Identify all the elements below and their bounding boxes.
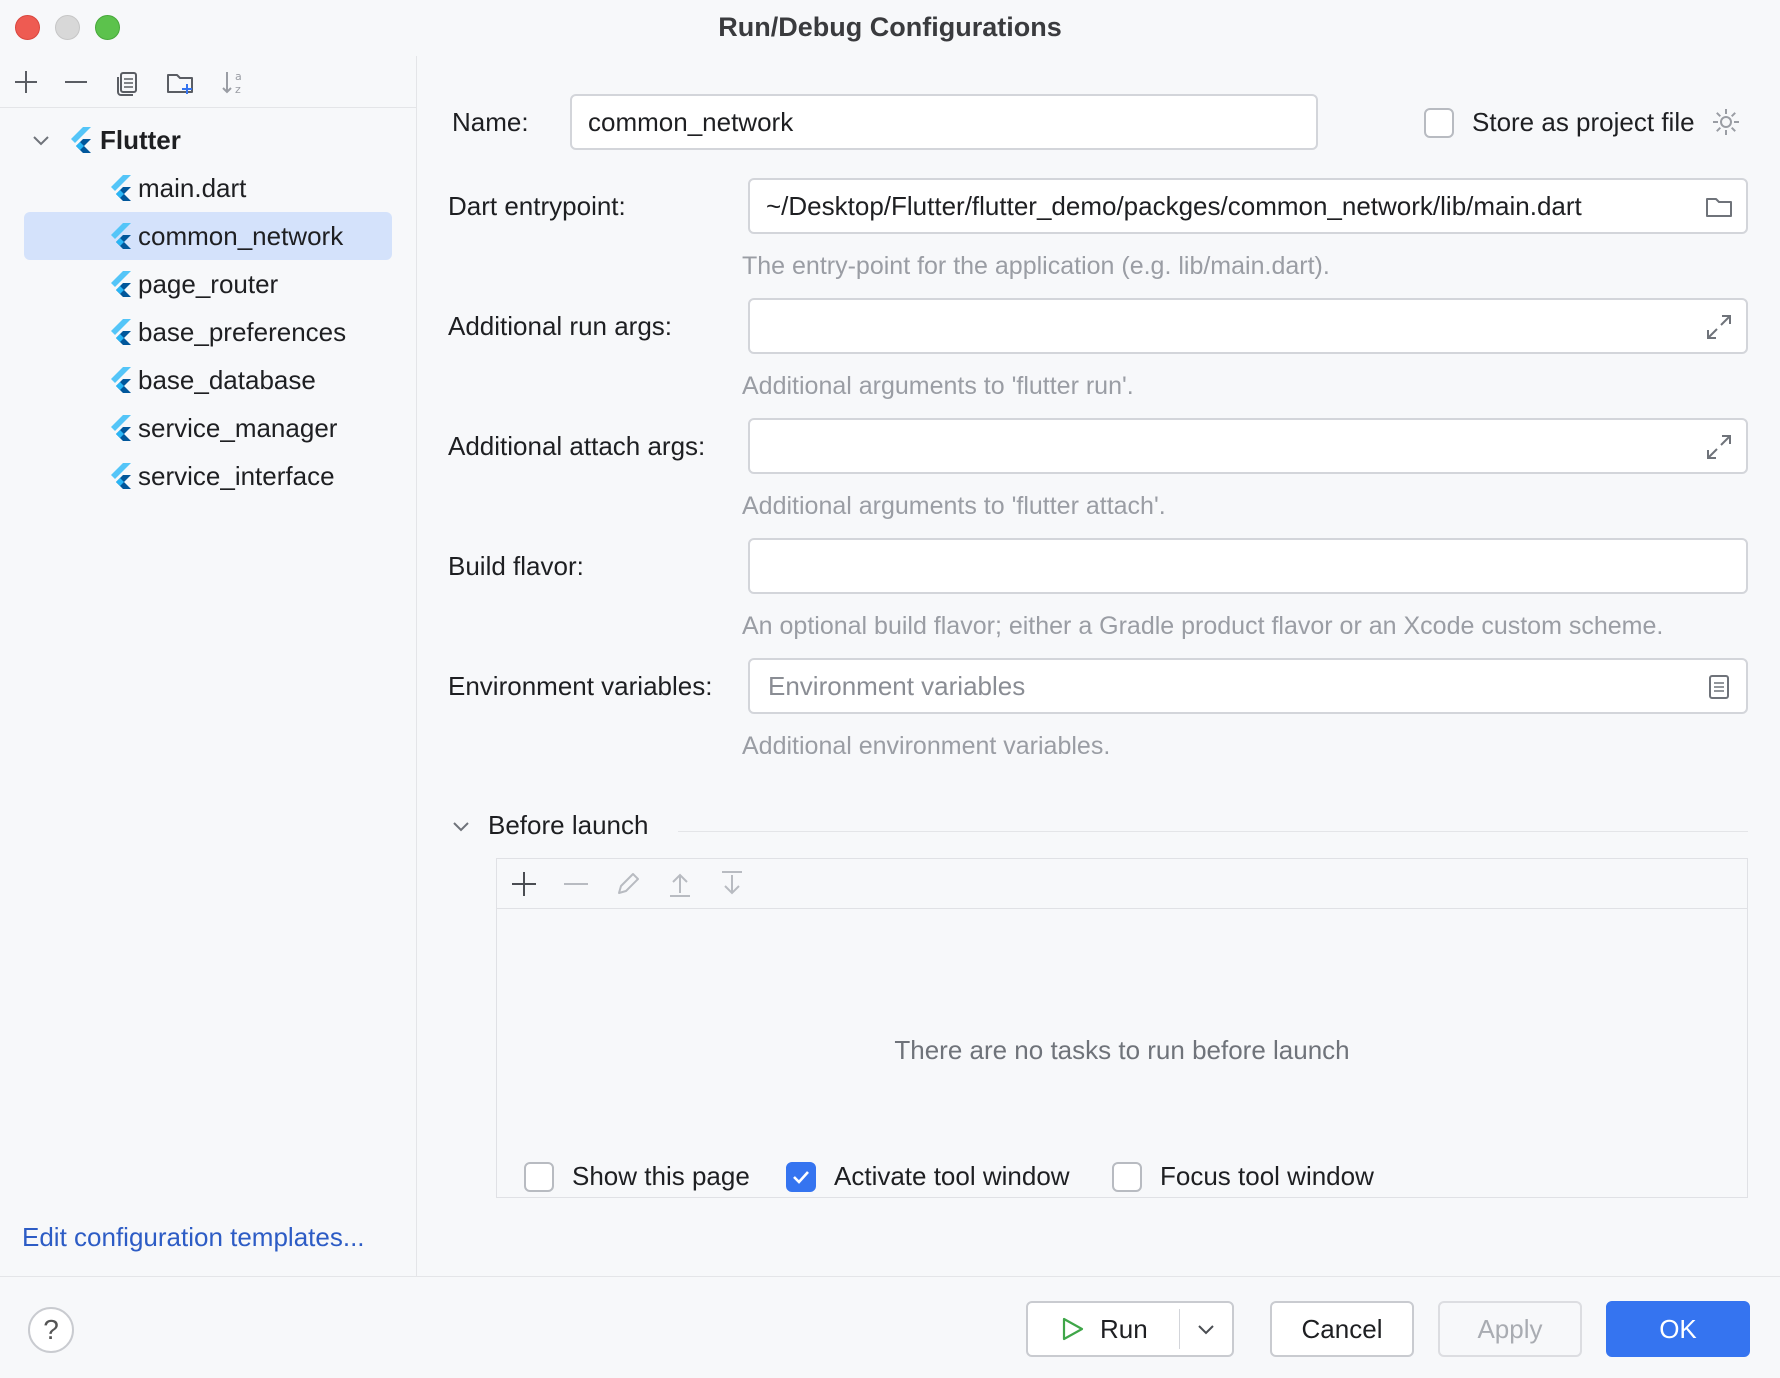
cancel-button[interactable]: Cancel <box>1270 1301 1414 1357</box>
show-this-page-checkbox[interactable] <box>524 1162 554 1192</box>
chevron-down-icon[interactable] <box>448 813 474 839</box>
tree-item-label: base_database <box>138 364 316 395</box>
window-title: Run/Debug Configurations <box>718 12 1062 42</box>
expand-icon[interactable] <box>1704 312 1734 342</box>
expand-icon[interactable] <box>1704 432 1734 462</box>
before-launch-empty-text: There are no tasks to run before launch <box>894 1035 1350 1065</box>
activate-tool-window-label: Activate tool window <box>834 1161 1070 1191</box>
sort-alphabetically-icon[interactable]: az <box>216 64 252 100</box>
show-this-page-label: Show this page <box>572 1161 750 1191</box>
environment-variables-hint: Additional environment variables. <box>742 732 1111 760</box>
attach-args-input[interactable] <box>748 418 1748 474</box>
remove-icon[interactable] <box>58 64 94 100</box>
focus-tool-window-label: Focus tool window <box>1160 1161 1374 1191</box>
tree-item-service-interface[interactable]: service_interface <box>24 452 392 500</box>
tree-item-label: page_router <box>138 268 279 299</box>
configuration-form: Name: common_network Store as project fi… <box>418 56 1780 1276</box>
split-divider <box>1179 1309 1180 1349</box>
svg-text:z: z <box>235 83 241 96</box>
attach-args-hint: Additional arguments to 'flutter attach'… <box>742 492 1166 520</box>
dart-entrypoint-hint: The entry-point for the application (e.g… <box>742 252 1330 280</box>
flutter-icon <box>71 127 91 153</box>
ok-button[interactable]: OK <box>1606 1301 1750 1357</box>
add-icon[interactable] <box>8 64 44 100</box>
document-icon[interactable] <box>1704 672 1734 702</box>
chevron-down-icon[interactable] <box>1194 1317 1218 1341</box>
add-icon[interactable] <box>507 867 541 901</box>
gear-icon[interactable] <box>1710 106 1742 138</box>
dart-entrypoint-input[interactable]: ~/Desktop/Flutter/flutter_demo/packges/c… <box>748 178 1748 234</box>
environment-variables-input[interactable]: Environment variables <box>748 658 1748 714</box>
tree-item-base-database[interactable]: base_database <box>24 356 392 404</box>
flutter-icon <box>111 271 131 297</box>
copy-icon[interactable] <box>110 64 146 100</box>
chevron-down-icon[interactable] <box>28 127 54 153</box>
name-input[interactable]: common_network <box>570 94 1318 150</box>
name-label: Name: <box>452 107 529 137</box>
build-flavor-label: Build flavor: <box>448 551 584 581</box>
activate-tool-window-checkbox[interactable] <box>786 1162 816 1192</box>
help-button[interactable]: ? <box>28 1307 74 1353</box>
name-value: common_network <box>588 106 794 137</box>
folder-icon[interactable] <box>1704 192 1734 222</box>
store-as-project-file-checkbox[interactable] <box>1424 108 1454 138</box>
configurations-sidebar: az Flutter main.dart common_network page… <box>0 56 417 1276</box>
new-folder-icon[interactable] <box>162 64 198 100</box>
tree-item-label: service_interface <box>138 460 335 491</box>
dialog-footer: ? Run Cancel Apply OK <box>0 1276 1780 1378</box>
build-flavor-hint: An optional build flavor; either a Gradl… <box>742 612 1664 640</box>
run-button-label: Run <box>1100 1313 1148 1344</box>
before-launch-toolbar <box>497 859 1747 909</box>
play-icon <box>1062 1317 1084 1341</box>
move-down-icon <box>722 871 742 895</box>
run-args-label: Additional run args: <box>448 311 673 341</box>
store-as-project-file-label: Store as project file <box>1472 107 1695 137</box>
flutter-icon <box>111 415 131 441</box>
dart-entrypoint-label: Dart entrypoint: <box>448 191 626 221</box>
flutter-icon <box>111 223 131 249</box>
build-flavor-input[interactable] <box>748 538 1748 594</box>
remove-icon <box>564 883 588 885</box>
run-args-input[interactable] <box>748 298 1748 354</box>
tree-item-label: main.dart <box>138 172 247 203</box>
before-launch-task-list: There are no tasks to run before launch <box>496 858 1748 1198</box>
tree-item-service-manager[interactable]: service_manager <box>24 404 392 452</box>
tree-item-label: base_preferences <box>138 316 347 347</box>
attach-args-label: Additional attach args: <box>448 431 706 461</box>
before-launch-title: Before launch <box>488 810 649 840</box>
tree-item-main-dart[interactable]: main.dart <box>24 164 392 212</box>
flutter-icon <box>111 319 131 345</box>
focus-tool-window-checkbox[interactable] <box>1112 1162 1142 1192</box>
run-button[interactable]: Run <box>1026 1301 1234 1357</box>
tree-group-flutter[interactable]: Flutter <box>24 116 392 164</box>
move-up-icon <box>670 873 690 897</box>
environment-variables-placeholder: Environment variables <box>768 670 1026 701</box>
sidebar-toolbar: az <box>0 56 416 108</box>
run-args-hint: Additional arguments to 'flutter run'. <box>742 372 1134 400</box>
tree-item-label: common_network <box>138 220 344 251</box>
edit-configuration-templates-link[interactable]: Edit configuration templates... <box>22 1222 365 1253</box>
environment-variables-label: Environment variables: <box>448 671 713 701</box>
svg-text:a: a <box>235 70 242 83</box>
before-launch-header[interactable]: Before launch <box>448 810 648 841</box>
dart-entrypoint-value: ~/Desktop/Flutter/flutter_demo/packges/c… <box>766 190 1582 221</box>
flutter-icon <box>111 367 131 393</box>
section-divider <box>678 831 1748 832</box>
tree-item-label: service_manager <box>138 412 338 443</box>
flutter-icon <box>111 463 131 489</box>
tree-group-label: Flutter <box>100 124 181 155</box>
checkmark-icon <box>793 1171 809 1184</box>
title-bar: Run/Debug Configurations <box>0 0 1780 56</box>
edit-pencil-icon <box>618 873 639 894</box>
flutter-icon <box>111 175 131 201</box>
apply-button[interactable]: Apply <box>1438 1301 1582 1357</box>
tree-item-common-network[interactable]: common_network <box>24 212 392 260</box>
tree-item-base-preferences[interactable]: base_preferences <box>24 308 392 356</box>
tree-item-page-router[interactable]: page_router <box>24 260 392 308</box>
